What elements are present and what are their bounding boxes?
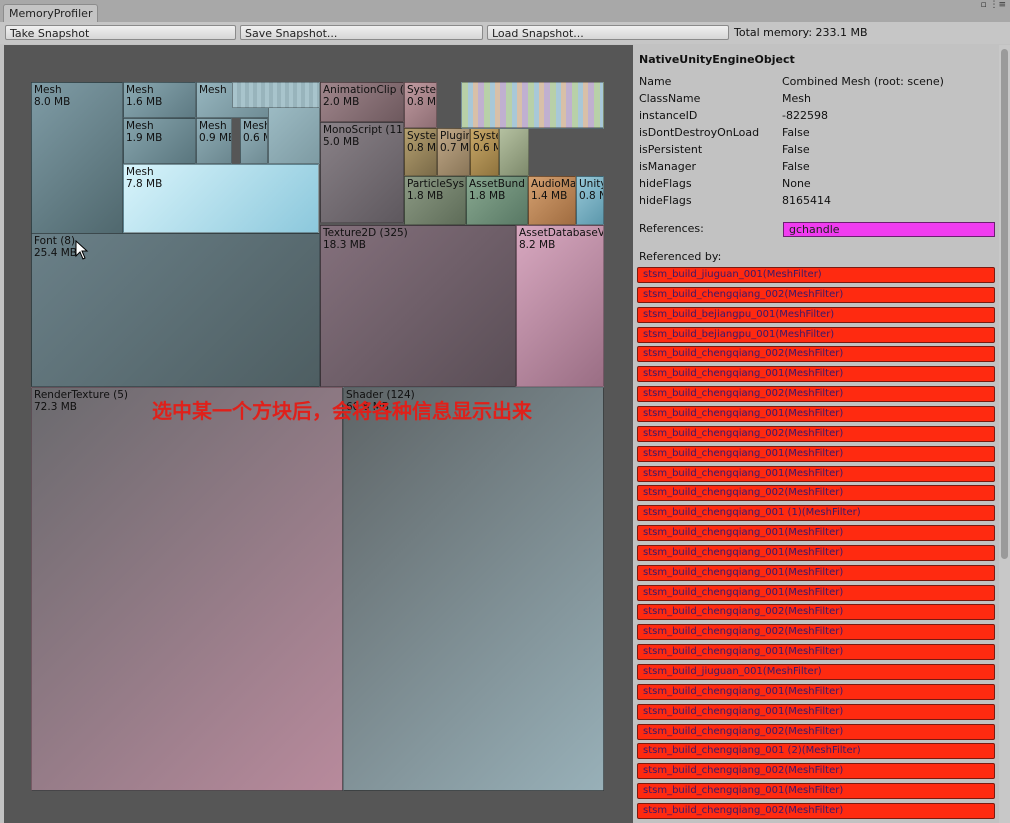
property-name: hideFlags bbox=[639, 177, 692, 190]
save-snapshot-button[interactable]: Save Snapshot... bbox=[240, 25, 483, 40]
property-value: -822598 bbox=[782, 109, 828, 122]
scrollbar-thumb[interactable] bbox=[1001, 49, 1008, 559]
treemap-cell[interactable]: MonoScript (11 5.0 MB bbox=[320, 122, 404, 223]
treemap-cell[interactable]: AnimationClip ( 2.0 MB bbox=[320, 82, 404, 122]
take-snapshot-button[interactable]: Take Snapshot bbox=[5, 25, 236, 40]
referenced-by-item[interactable]: stsm_build_chengqiang_002(MeshFilter) bbox=[637, 604, 995, 621]
referenced-by-item[interactable]: stsm_build_bejiangpu_001(MeshFilter) bbox=[637, 326, 995, 343]
property-name: ClassName bbox=[639, 92, 701, 105]
referenced-by-item[interactable]: stsm_build_chengqiang_001(MeshFilter) bbox=[637, 465, 995, 482]
treemap-small-blocks[interactable] bbox=[461, 82, 604, 128]
treemap-viewport[interactable]: Mesh 8.0 MB Mesh 1.6 MB Mesh 1.9 MB Mesh 7.… bbox=[4, 45, 633, 823]
property-value: False bbox=[782, 160, 810, 173]
treemap-cell[interactable] bbox=[499, 128, 529, 176]
property-value: None bbox=[782, 177, 811, 190]
property-value: False bbox=[782, 126, 810, 139]
treemap-cell[interactable]: AssetBund 1.8 MB bbox=[466, 176, 528, 225]
treemap-cell[interactable]: AssetDatabaseV 8.2 MB bbox=[516, 225, 604, 387]
referenced-by-item[interactable]: stsm_build_chengqiang_001(MeshFilter) bbox=[637, 584, 995, 601]
referenced-by-item[interactable]: stsm_build_chengqiang_002(MeshFilter) bbox=[637, 485, 995, 502]
references-label: References: bbox=[639, 222, 704, 235]
load-snapshot-button[interactable]: Load Snapshot... bbox=[487, 25, 729, 40]
referenced-by-item[interactable]: stsm_build_chengqiang_001 (2)(MeshFilter… bbox=[637, 743, 995, 760]
treemap-cell[interactable]: Plugin 0.7 M bbox=[437, 128, 470, 176]
inspector-panel: NativeUnityEngineObject Name Combined Mes… bbox=[633, 45, 1010, 823]
referenced-by-item[interactable]: stsm_build_chengqiang_001(MeshFilter) bbox=[637, 405, 995, 422]
referenced-by-item[interactable]: stsm_build_chengqiang_001(MeshFilter) bbox=[637, 783, 995, 800]
referenced-by-item[interactable]: stsm_build_chengqiang_002(MeshFilter) bbox=[637, 386, 995, 403]
referenced-by-item[interactable]: stsm_build_chengqiang_001(MeshFilter) bbox=[637, 544, 995, 561]
referenced-by-item[interactable]: stsm_build_chengqiang_002(MeshFilter) bbox=[637, 346, 995, 363]
treemap-cell[interactable]: Mesh 1.9 MB bbox=[123, 118, 196, 164]
treemap-cell[interactable]: Mesh 0.6 MB bbox=[240, 118, 268, 164]
annotation-text: 选中某一个方块后，会将各种信息显示出来 bbox=[152, 399, 532, 423]
referenced-by-item[interactable]: stsm_build_chengqiang_002(MeshFilter) bbox=[637, 425, 995, 442]
mouse-cursor-icon bbox=[75, 240, 89, 260]
treemap-cell[interactable]: Mesh 0.9 MB bbox=[196, 118, 232, 164]
treemap-cell[interactable]: RenderTexture (5) 72.3 MB bbox=[31, 387, 343, 791]
treemap-cell[interactable]: Mesh 1.6 MB bbox=[123, 82, 196, 118]
treemap-cell[interactable]: Shader (124) 60.6 MB bbox=[343, 387, 604, 791]
treemap-small-blocks[interactable] bbox=[232, 82, 320, 108]
total-memory-label: Total memory: 233.1 MB bbox=[734, 26, 868, 39]
referenced-by-label: Referenced by: bbox=[639, 250, 722, 263]
referenced-by-item[interactable]: stsm_build_bejiangpu_001(MeshFilter) bbox=[637, 306, 995, 323]
treemap-cell[interactable]: Mesh 7.8 MB bbox=[123, 164, 319, 233]
referenced-by-item[interactable]: stsm_build_chengqiang_002(MeshFilter) bbox=[637, 624, 995, 641]
property-value: Mesh bbox=[782, 92, 811, 105]
referenced-by-item[interactable]: stsm_build_chengqiang_001(MeshFilter) bbox=[637, 703, 995, 720]
property-name: instanceID bbox=[639, 109, 698, 122]
treemap-cell[interactable]: Syste 0.6 M bbox=[470, 128, 499, 176]
referenced-by-item[interactable]: stsm_build_chengqiang_001(MeshFilter) bbox=[637, 644, 995, 661]
property-name: Name bbox=[639, 75, 672, 88]
treemap-cell[interactable]: Unity 0.8 N bbox=[576, 176, 604, 225]
referenced-by-item[interactable]: stsm_build_chengqiang_002(MeshFilter) bbox=[637, 802, 995, 819]
inspector-scrollbar[interactable] bbox=[999, 45, 1010, 823]
property-name: isDontDestroyOnLoad bbox=[639, 126, 760, 139]
referenced-by-item[interactable]: stsm_build_chengqiang_001(MeshFilter) bbox=[637, 525, 995, 542]
referenced-by-item[interactable]: stsm_build_chengqiang_001(MeshFilter) bbox=[637, 683, 995, 700]
property-value: 8165414 bbox=[782, 194, 831, 207]
property-value: False bbox=[782, 143, 810, 156]
tab-memory-profiler[interactable]: MemoryProfiler bbox=[3, 4, 99, 23]
referenced-by-item[interactable]: stsm_build_chengqiang_001(MeshFilter) bbox=[637, 445, 995, 462]
referenced-by-item[interactable]: stsm_build_chengqiang_001(MeshFilter) bbox=[637, 564, 995, 581]
treemap-cell[interactable]: Syste 0.8 M bbox=[404, 128, 437, 176]
treemap-cell[interactable]: AudioMa 1.4 MB bbox=[528, 176, 576, 225]
treemap-cell[interactable]: Mesh 8.0 MB bbox=[31, 82, 123, 234]
referenced-by-item[interactable]: stsm_build_chengqiang_002(MeshFilter) bbox=[637, 286, 995, 303]
property-name: hideFlags bbox=[639, 194, 692, 207]
property-value: Combined Mesh (root: scene) bbox=[782, 75, 944, 88]
treemap-cell[interactable]: Syste 0.8 M bbox=[404, 82, 437, 128]
tab-bar: MemoryProfiler ▫ ⋮≡ bbox=[0, 0, 1010, 23]
treemap-cell[interactable]: Texture2D (325) 18.3 MB bbox=[320, 225, 516, 387]
referenced-by-item[interactable]: stsm_build_jiuguan_001(MeshFilter) bbox=[637, 267, 995, 283]
inspector-title: NativeUnityEngineObject bbox=[639, 53, 795, 66]
referenced-by-item[interactable]: stsm_build_chengqiang_001(MeshFilter) bbox=[637, 366, 995, 383]
referenced-by-item[interactable]: stsm_build_chengqiang_002(MeshFilter) bbox=[637, 763, 995, 780]
reference-gchandle-button[interactable]: gchandle bbox=[783, 222, 995, 237]
treemap-cell[interactable]: ParticleSys 1.8 MB bbox=[404, 176, 466, 225]
window-menu-icon[interactable]: ▫ ⋮≡ bbox=[980, 1, 1006, 10]
property-name: isManager bbox=[639, 160, 697, 173]
toolbar: Take Snapshot Save Snapshot... Load Snap… bbox=[0, 22, 1010, 44]
property-name: isPersistent bbox=[639, 143, 703, 156]
memory-profiler-window: MemoryProfiler ▫ ⋮≡ Take Snapshot Save S… bbox=[0, 0, 1010, 823]
referenced-by-item[interactable]: stsm_build_jiuguan_001(MeshFilter) bbox=[637, 664, 995, 680]
referenced-by-item[interactable]: stsm_build_chengqiang_001 (1)(MeshFilter… bbox=[637, 505, 995, 522]
referenced-by-item[interactable]: stsm_build_chengqiang_002(MeshFilter) bbox=[637, 723, 995, 740]
